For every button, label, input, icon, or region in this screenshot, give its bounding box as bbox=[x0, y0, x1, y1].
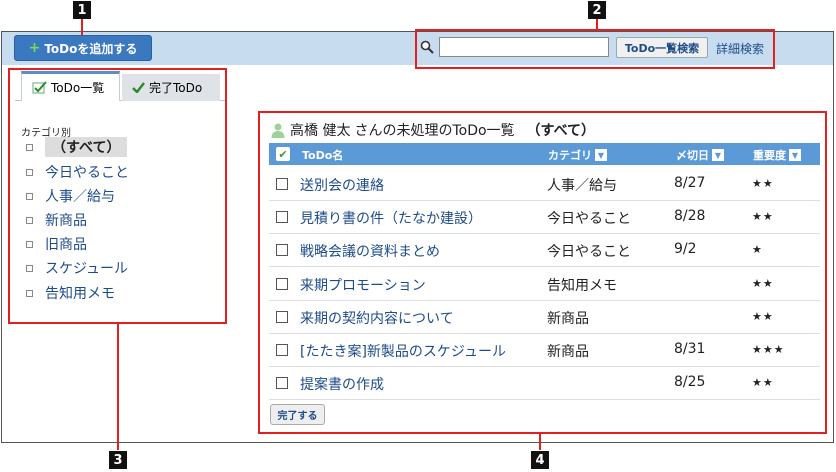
callout-leader bbox=[81, 18, 83, 35]
callout-marker-3: 3 bbox=[109, 451, 127, 469]
callout-marker-2: 2 bbox=[588, 1, 606, 19]
add-todo-button[interactable]: + ToDoを追加する bbox=[14, 35, 152, 61]
callout-box-sidebar bbox=[8, 68, 227, 324]
add-todo-label: ToDoを追加する bbox=[44, 41, 138, 56]
callout-marker-1: 1 bbox=[73, 1, 91, 19]
callout-marker-4: 4 bbox=[531, 451, 549, 469]
callout-leader bbox=[596, 18, 598, 30]
plus-icon: + bbox=[28, 40, 41, 56]
callout-leader bbox=[539, 433, 541, 450]
callout-leader bbox=[117, 323, 119, 450]
callout-box-search bbox=[415, 29, 775, 69]
callout-box-list bbox=[258, 111, 827, 434]
